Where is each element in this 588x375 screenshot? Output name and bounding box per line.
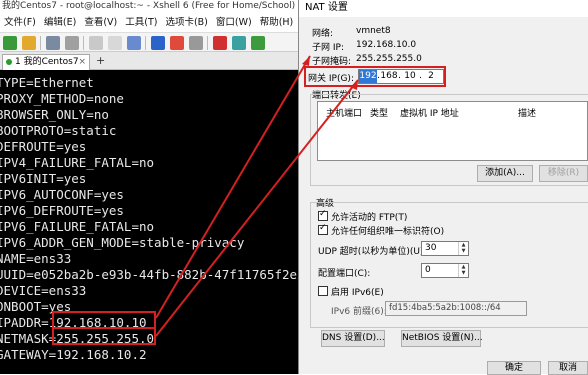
xftp-icon[interactable] bbox=[213, 36, 227, 50]
font-icon[interactable] bbox=[189, 36, 203, 50]
udp-timeout-label: UDP 超时(以秒为单位)(U): bbox=[318, 247, 427, 257]
allow-ftp-checkbox[interactable] bbox=[318, 209, 328, 221]
reconnect-icon[interactable] bbox=[46, 36, 60, 50]
column-type[interactable]: 类型 bbox=[370, 106, 388, 119]
ipv6-prefix-input[interactable]: fd15:4ba5:5a2b:1008::/64 bbox=[385, 301, 527, 316]
spinner-arrows-icon[interactable]: ▲ ▼ bbox=[458, 242, 468, 255]
add-button[interactable]: 添加(A)... bbox=[477, 165, 533, 182]
gateway-highlight-box bbox=[304, 66, 446, 87]
port-forwarding-list[interactable]: 主机端口 类型 虚拟机 IP 地址 描述 bbox=[317, 101, 588, 161]
subnet-ip-label: 子网 IP: bbox=[312, 43, 344, 53]
copy-icon[interactable] bbox=[89, 36, 103, 50]
allow-ftp-label: 允许活动的 FTP(T) bbox=[331, 213, 408, 223]
globe-icon[interactable] bbox=[151, 36, 165, 50]
network-label: 网络: bbox=[312, 29, 334, 39]
config-port-input[interactable]: 0 ▲ ▼ bbox=[421, 263, 469, 278]
terminal-line: IPV4_FAILURE_FATAL=no bbox=[0, 155, 155, 170]
window-title: 我的Centos7 - root@localhost:~ - Xshell 6 … bbox=[0, 0, 306, 14]
terminal-line: IPV6_FAILURE_FATAL=no bbox=[0, 219, 155, 234]
connected-status-icon bbox=[6, 58, 12, 65]
column-vm-ip[interactable]: 虚拟机 IP 地址 bbox=[400, 106, 459, 119]
spinner-arrows-icon[interactable]: ▲ ▼ bbox=[458, 264, 468, 277]
allow-uuid-checkbox[interactable] bbox=[318, 223, 328, 235]
config-port-value: 0 bbox=[425, 265, 431, 275]
column-description[interactable]: 描述 bbox=[518, 106, 536, 119]
xshell-window: 我的Centos7 - root@localhost:~ - Xshell 6 … bbox=[0, 0, 306, 374]
menu-view[interactable]: 查看(V) bbox=[84, 14, 117, 32]
subnet-ip-value: 192.168.10.0 bbox=[356, 40, 417, 50]
toolbar-separator bbox=[40, 36, 41, 50]
enable-ipv6-checkbox[interactable] bbox=[318, 286, 328, 296]
menu-bar: 文件(F) 编辑(E) 查看(V) 工具(T) 选项卡(B) 窗口(W) 帮助(H) bbox=[0, 14, 306, 32]
fullscreen-icon[interactable] bbox=[251, 36, 265, 50]
tunnel-icon[interactable] bbox=[232, 36, 246, 50]
new-session-icon[interactable] bbox=[3, 36, 17, 50]
network-value: vmnet8 bbox=[356, 26, 391, 36]
color-scheme-icon[interactable] bbox=[170, 36, 184, 50]
terminal-line: NAME=ens33 bbox=[0, 251, 72, 266]
cancel-button[interactable]: 取消 bbox=[548, 361, 588, 375]
terminal-line: IPV6INIT=yes bbox=[0, 171, 87, 186]
find-icon[interactable] bbox=[127, 36, 141, 50]
menu-help[interactable]: 帮助(H) bbox=[260, 14, 294, 32]
menu-window[interactable]: 窗口(W) bbox=[216, 14, 252, 32]
menu-tab[interactable]: 选项卡(B) bbox=[165, 14, 207, 32]
add-tab-icon[interactable]: + bbox=[96, 55, 105, 67]
subnet-mask-value: 255.255.255.0 bbox=[356, 54, 422, 64]
ipv6-prefix-label: IPv6 前缀(6): bbox=[331, 307, 387, 317]
session-tab-label: 1 我的Centos7 bbox=[15, 57, 79, 67]
column-host-port[interactable]: 主机端口 bbox=[326, 106, 362, 119]
terminal-line: GATEWAY=192.168.10.2 bbox=[0, 347, 147, 362]
session-tab[interactable]: 1 我的Centos7 × bbox=[2, 54, 90, 70]
terminal-line: UUID=e052ba2b-e93b-44fb-882b-47f11765f2e… bbox=[0, 267, 305, 282]
paste-icon[interactable] bbox=[108, 36, 122, 50]
close-tab-icon[interactable]: × bbox=[78, 55, 86, 69]
allow-uuid-label: 允许任何组织唯一标识符(O) bbox=[331, 227, 445, 237]
netbios-settings-button[interactable]: NetBIOS 设置(N)... bbox=[401, 330, 483, 347]
ok-button[interactable]: 确定 bbox=[487, 361, 541, 375]
terminal-line: BROWSER_ONLY=no bbox=[0, 107, 109, 122]
open-folder-icon[interactable] bbox=[22, 36, 36, 50]
udp-timeout-input[interactable]: 30 ▲ ▼ bbox=[421, 241, 469, 256]
toolbar-separator bbox=[83, 36, 84, 50]
toolbar-separator bbox=[145, 36, 146, 50]
session-tab-bar: 1 我的Centos7 × + bbox=[0, 52, 306, 70]
remove-button[interactable]: 移除(R) bbox=[539, 165, 588, 182]
menu-file[interactable]: 文件(F) bbox=[4, 14, 36, 32]
dns-settings-button[interactable]: DNS 设置(D)... bbox=[321, 330, 385, 347]
terminal-line: IPV6_AUTOCONF=yes bbox=[0, 187, 124, 202]
dialog-title: NAT 设置 bbox=[299, 0, 588, 17]
terminal-line: PROXY_METHOD=none bbox=[0, 91, 124, 106]
udp-timeout-value: 30 bbox=[425, 243, 437, 253]
terminal-line: IPV6_ADDR_GEN_MODE=stable-privacy bbox=[0, 235, 245, 250]
disconnect-icon[interactable] bbox=[65, 36, 79, 50]
terminal-line: BOOTPROTO=static bbox=[0, 123, 117, 138]
config-port-label: 配置端口(C): bbox=[318, 269, 371, 279]
terminal-line: DEFROUTE=yes bbox=[0, 139, 87, 154]
gateway-highlight bbox=[52, 327, 156, 345]
enable-ipv6-label: 启用 IPv6(E) bbox=[331, 288, 384, 298]
terminal-line: TYPE=Ethernet bbox=[0, 75, 94, 90]
toolbar bbox=[0, 32, 306, 52]
terminal-line: DEVICE=ens33 bbox=[0, 283, 87, 298]
menu-tools[interactable]: 工具(T) bbox=[125, 14, 157, 32]
terminal-line: IPV6_DEFROUTE=yes bbox=[0, 203, 124, 218]
toolbar-separator bbox=[207, 36, 208, 50]
menu-edit[interactable]: 编辑(E) bbox=[44, 14, 76, 32]
